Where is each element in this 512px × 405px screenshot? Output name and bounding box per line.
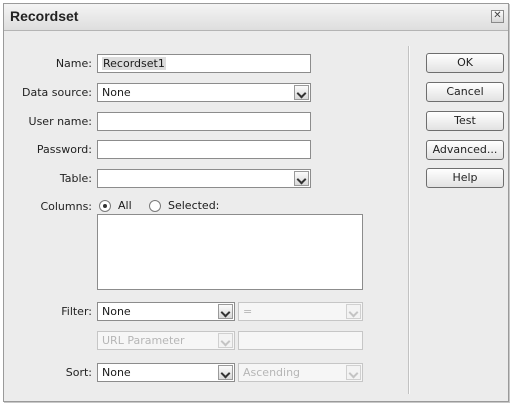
columns-label: Columns: <box>40 200 92 213</box>
user-name-field[interactable] <box>97 112 311 131</box>
recordset-dialog: Recordset ✕ Name: Recordset1 Data source… <box>3 3 509 402</box>
name-field[interactable]: Recordset1 <box>97 54 311 73</box>
chevron-down-icon[interactable] <box>294 171 309 186</box>
columns-selected-radio[interactable] <box>149 200 161 212</box>
chevron-down-icon[interactable] <box>218 365 233 380</box>
vertical-divider <box>408 46 410 394</box>
sort-column-select[interactable]: None <box>97 363 235 382</box>
chevron-down-icon[interactable] <box>218 333 233 348</box>
columns-all-label: All <box>118 199 132 212</box>
title-bar: Recordset ✕ <box>4 4 508 31</box>
sort-order-value: Ascending <box>243 366 301 379</box>
columns-listbox[interactable] <box>97 214 363 290</box>
filter-column-select[interactable]: None <box>97 302 235 321</box>
table-select[interactable] <box>97 169 311 188</box>
filter-param-type-select[interactable]: URL Parameter <box>97 331 235 350</box>
table-label: Table: <box>59 172 92 185</box>
close-icon[interactable]: ✕ <box>491 10 504 23</box>
data-source-label: Data source: <box>22 86 92 99</box>
columns-selected-label: Selected: <box>168 199 220 212</box>
chevron-down-icon[interactable] <box>294 85 309 100</box>
filter-label: Filter: <box>61 305 92 318</box>
sort-column-value: None <box>102 366 131 379</box>
sort-label: Sort: <box>65 366 92 379</box>
filter-operator-select[interactable]: = <box>238 302 363 321</box>
chevron-down-icon[interactable] <box>346 304 361 319</box>
data-source-select[interactable]: None <box>97 83 311 102</box>
name-label: Name: <box>55 57 92 70</box>
chevron-down-icon[interactable] <box>218 304 233 319</box>
filter-column-value: None <box>102 305 131 318</box>
user-name-label: User name: <box>28 115 92 128</box>
dialog-title: Recordset <box>10 8 79 24</box>
name-value: Recordset1 <box>102 57 166 70</box>
password-field[interactable] <box>97 140 311 159</box>
filter-operator-value: = <box>243 305 253 318</box>
chevron-down-icon[interactable] <box>346 365 361 380</box>
filter-param-value-field[interactable] <box>238 331 363 350</box>
cancel-button[interactable]: Cancel <box>426 82 504 102</box>
advanced-button[interactable]: Advanced... <box>426 140 504 160</box>
help-button[interactable]: Help <box>426 168 504 188</box>
test-button[interactable]: Test <box>426 111 504 131</box>
ok-button[interactable]: OK <box>426 53 504 73</box>
password-label: Password: <box>36 143 92 156</box>
columns-all-radio[interactable] <box>99 200 111 212</box>
sort-order-select[interactable]: Ascending <box>238 363 363 382</box>
filter-param-type-value: URL Parameter <box>102 334 185 347</box>
data-source-value: None <box>102 86 131 99</box>
